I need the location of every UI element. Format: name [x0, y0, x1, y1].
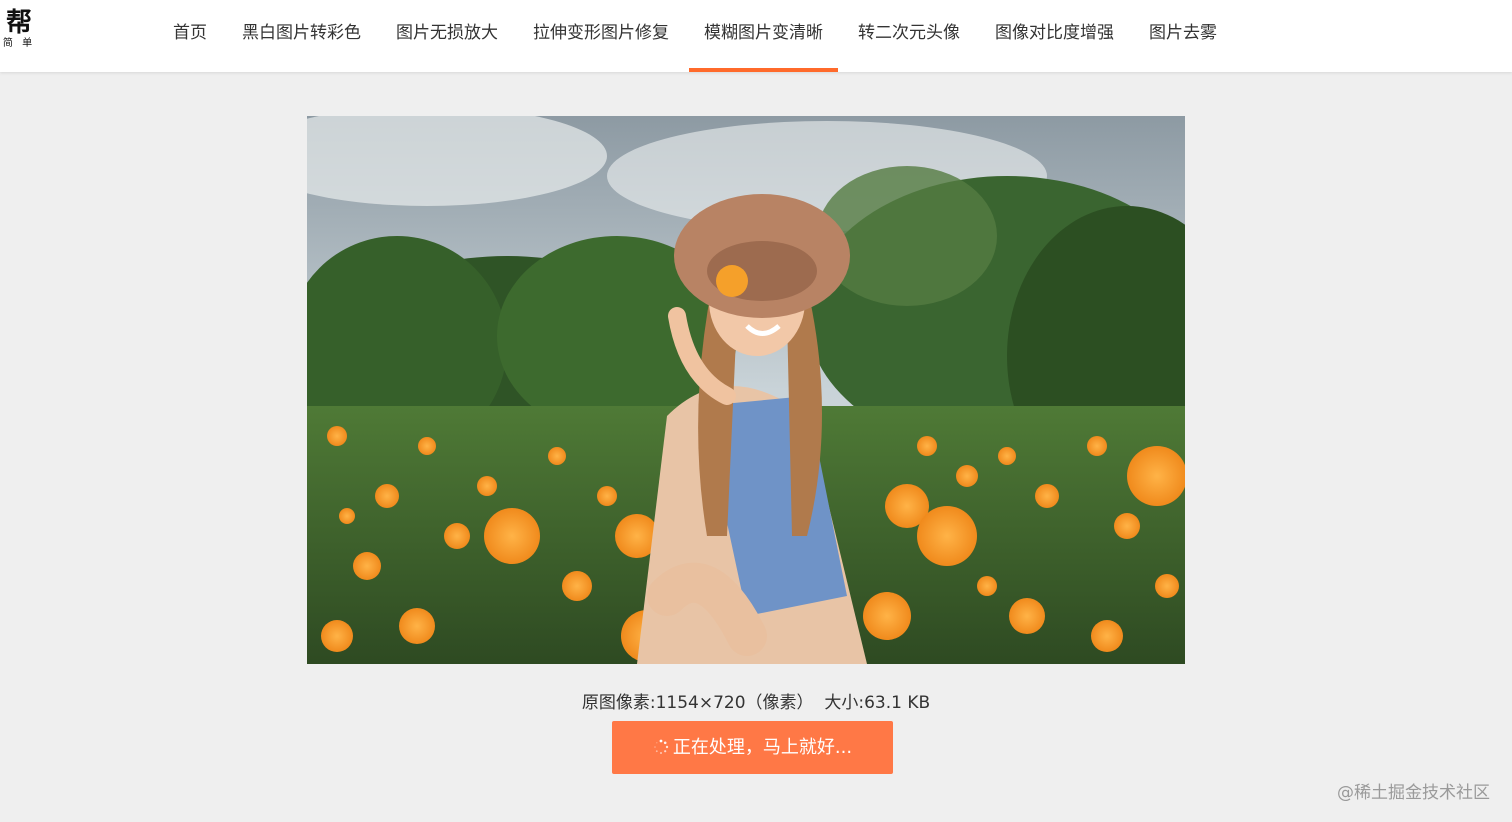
- nav-item-home[interactable]: 首页: [173, 0, 207, 72]
- nav-item-contrast-enhance[interactable]: 图像对比度增强: [995, 0, 1114, 72]
- watermark-text: @稀土掘金技术社区: [1337, 783, 1490, 803]
- nav-item-upscale[interactable]: 图片无损放大: [396, 0, 498, 72]
- nav-item-label: 模糊图片变清晰: [704, 23, 823, 43]
- nav-item-dehaze[interactable]: 图片去雾: [1149, 0, 1217, 72]
- nav-item-colorize[interactable]: 黑白图片转彩色: [242, 0, 361, 72]
- nav-item-label: 首页: [173, 23, 207, 43]
- nav-item-label: 黑白图片转彩色: [242, 23, 361, 43]
- spinner-icon: [654, 739, 669, 754]
- active-tab-indicator: [689, 68, 838, 72]
- nav-item-stretch-repair[interactable]: 拉伸变形图片修复: [533, 0, 669, 72]
- nav-item-deblur[interactable]: 模糊图片变清晰: [689, 0, 838, 72]
- result-photo: [307, 116, 1185, 664]
- nav-item-label: 图像对比度增强: [995, 23, 1114, 43]
- top-navigation-bar: 帮 简 单 首页 黑白图片转彩色 图片无损放大 拉伸变形图片修复 模糊图片变清晰…: [0, 0, 1512, 72]
- info-gap: [814, 693, 825, 713]
- nav-item-anime-avatar[interactable]: 转二次元头像: [858, 0, 960, 72]
- processing-button-label: 正在处理，马上就好...: [672, 737, 853, 758]
- nav-item-label: 拉伸变形图片修复: [533, 23, 669, 43]
- nav-item-label: 图片无损放大: [396, 23, 498, 43]
- image-pixels-text: 原图像素:1154×720（像素）: [581, 693, 814, 713]
- processing-button[interactable]: 正在处理，马上就好...: [612, 721, 893, 774]
- nav-item-label: 图片去雾: [1149, 23, 1217, 43]
- nav-item-label: 转二次元头像: [858, 23, 960, 43]
- image-info: 原图像素:1154×720（像素） 大小:63.1 KB: [0, 688, 1512, 713]
- main-nav: 首页 黑白图片转彩色 图片无损放大 拉伸变形图片修复 模糊图片变清晰 转二次元头…: [0, 0, 1512, 72]
- image-size-text: 大小:63.1 KB: [824, 693, 931, 713]
